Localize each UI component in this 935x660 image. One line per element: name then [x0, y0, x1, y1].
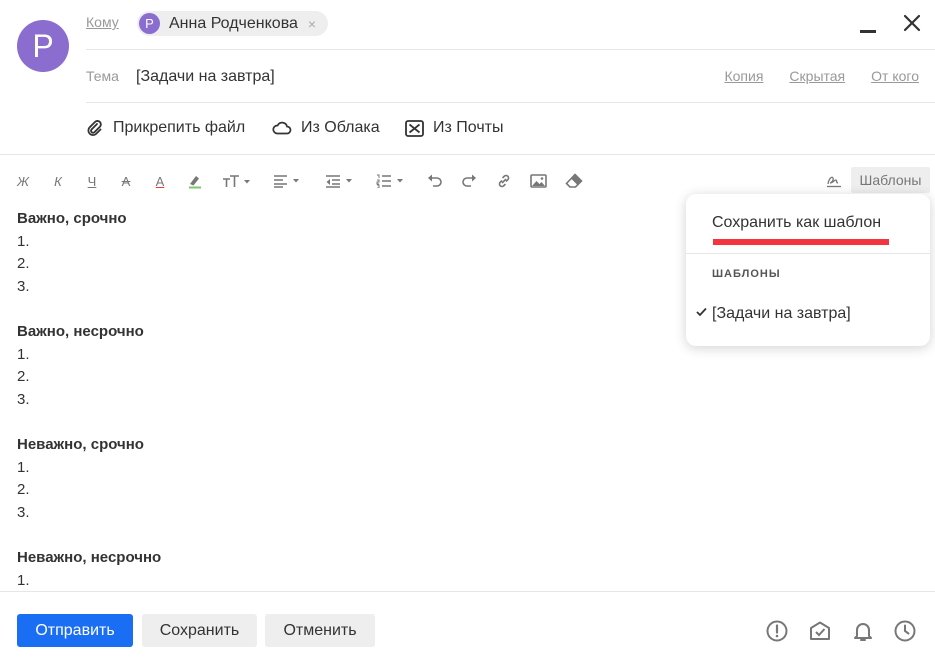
attach-mail-button[interactable]: Из Почты — [405, 119, 504, 137]
section-title: Важно, несрочно — [17, 321, 677, 344]
list-item: 2. — [17, 253, 677, 276]
from-link[interactable]: От кого — [871, 68, 919, 84]
strikethrough-icon[interactable]: А — [118, 171, 134, 191]
sender-avatar: Р — [17, 20, 69, 72]
section-title: Неважно, несрочно — [17, 547, 677, 570]
indent-icon[interactable] — [325, 171, 355, 191]
signature-icon[interactable] — [826, 171, 842, 191]
subject-input[interactable]: [Задачи на завтра] — [136, 68, 275, 86]
body-spacer — [17, 524, 677, 547]
compose-footer: Отправить Сохранить Отменить — [0, 591, 935, 660]
highlight-icon[interactable] — [186, 171, 204, 191]
templates-heading: ШАБЛОНЫ — [712, 268, 781, 280]
body-spacer — [17, 298, 677, 321]
redo-icon[interactable] — [461, 171, 477, 191]
list-item: 1. — [17, 457, 677, 480]
dropdown-divider — [686, 253, 930, 254]
recipient-avatar: Р — [139, 13, 160, 34]
font-size-icon[interactable] — [222, 171, 252, 191]
message-body[interactable]: Важно, срочно1.2.3.Важно, несрочно1.2.3.… — [17, 208, 677, 592]
list-item: 3. — [17, 276, 677, 299]
section-title: Неважно, срочно — [17, 434, 677, 457]
header-divider — [0, 154, 935, 155]
minimize-icon[interactable] — [860, 30, 876, 33]
list-item: 3. — [17, 502, 677, 525]
link-icon[interactable] — [496, 171, 512, 191]
highlight-underline — [713, 239, 889, 245]
attachment-row: Прикрепить файл Из Облака Из Почты — [86, 103, 935, 155]
important-icon[interactable] — [765, 619, 789, 643]
list-item: 1. — [17, 344, 677, 367]
attach-cloud-label: Из Облака — [301, 119, 380, 137]
attach-file-button[interactable]: Прикрепить файл — [86, 119, 245, 137]
close-icon[interactable] — [901, 12, 923, 34]
eraser-icon[interactable] — [565, 171, 583, 191]
reminder-icon[interactable] — [851, 619, 875, 643]
bold-icon[interactable]: Ж — [15, 171, 31, 191]
save-as-template-item[interactable]: Сохранить как шаблон — [712, 214, 881, 232]
image-icon[interactable] — [530, 171, 547, 191]
recipient-remove-icon[interactable]: × — [308, 16, 316, 32]
italic-icon[interactable]: К — [50, 171, 66, 191]
attach-mail-label: Из Почты — [433, 119, 504, 137]
save-button[interactable]: Сохранить — [142, 614, 257, 647]
cancel-button[interactable]: Отменить — [265, 614, 375, 647]
list-item: 1. — [17, 570, 677, 593]
to-label[interactable]: Кому — [86, 14, 119, 30]
template-item[interactable]: [Задачи на завтра] — [712, 305, 851, 323]
text-color-icon[interactable]: А — [152, 171, 168, 191]
section-title: Важно, срочно — [17, 208, 677, 231]
align-icon[interactable] — [273, 171, 303, 191]
send-button[interactable]: Отправить — [17, 614, 133, 647]
paperclip-icon — [86, 119, 104, 137]
list-item: 2. — [17, 366, 677, 389]
underline-icon[interactable]: Ч — [84, 171, 100, 191]
subject-label: Тема — [86, 68, 119, 84]
undo-icon[interactable] — [427, 171, 443, 191]
formatting-toolbar: Ж К Ч А А — [0, 167, 935, 195]
schedule-icon[interactable] — [893, 619, 917, 643]
list-item: 2. — [17, 479, 677, 502]
recipient-chip[interactable]: Р Анна Родченкова × — [137, 11, 328, 36]
body-spacer — [17, 411, 677, 434]
list-item: 1. — [17, 231, 677, 254]
attach-file-label: Прикрепить файл — [113, 119, 245, 137]
to-row: Кому Р Анна Родченкова × — [86, 0, 935, 50]
bcc-link[interactable]: Скрытая — [789, 68, 845, 84]
compose-window: Р Кому Р Анна Родченкова × Тема [Задачи … — [0, 0, 935, 660]
cc-link[interactable]: Копия — [724, 68, 763, 84]
recipient-name: Анна Родченкова — [169, 15, 298, 33]
copy-links: Копия Скрытая От кого — [724, 68, 919, 84]
templates-button[interactable]: Шаблоны — [851, 167, 930, 193]
read-receipt-icon[interactable] — [808, 619, 832, 643]
attach-cloud-button[interactable]: Из Облака — [272, 119, 380, 137]
cloud-icon — [272, 120, 292, 136]
mail-icon — [405, 120, 424, 137]
checkmark-icon — [696, 307, 707, 317]
list-item: 3. — [17, 389, 677, 412]
list-icon[interactable] — [376, 171, 406, 191]
subject-row: Тема [Задачи на завтра] Копия Скрытая От… — [86, 50, 935, 103]
templates-dropdown: Сохранить как шаблон ШАБЛОНЫ [Задачи на … — [686, 194, 930, 346]
